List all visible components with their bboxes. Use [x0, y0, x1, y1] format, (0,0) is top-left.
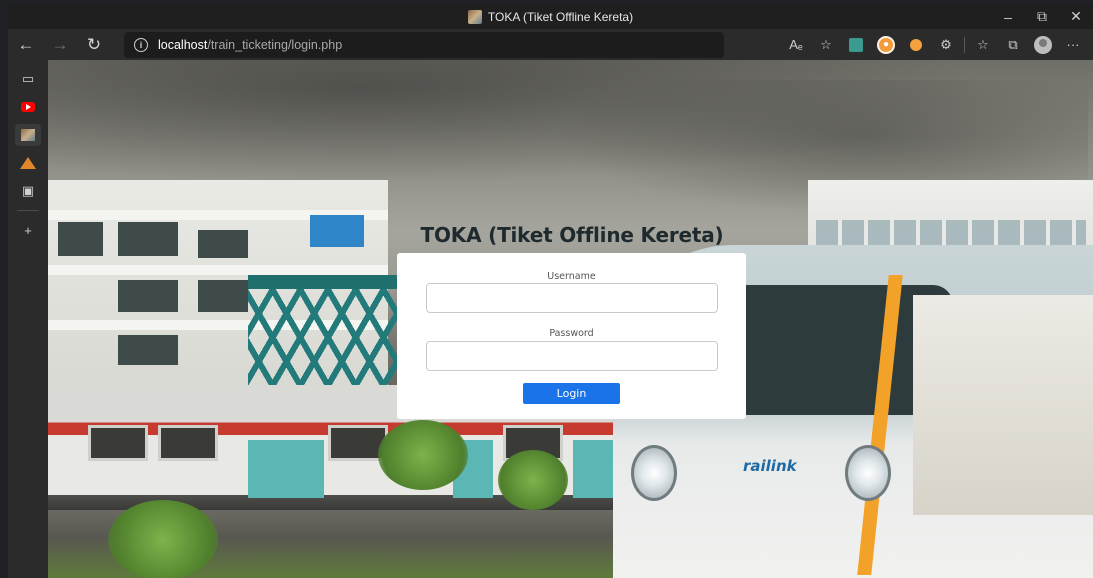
window-controls: – ⧉ ✕ — [991, 4, 1093, 29]
train-advertisement — [913, 295, 1093, 515]
sidebar-divider — [17, 210, 39, 211]
title-bar: TOKA (Tiket Offline Kereta) – ⧉ ✕ — [8, 4, 1093, 29]
url-path: /train_ticketing/login.php — [207, 37, 343, 52]
palm-tree — [378, 420, 468, 490]
favorites-icon[interactable]: ☆ — [969, 32, 997, 58]
triangle-app-tab[interactable] — [15, 152, 41, 174]
youtube-icon — [21, 102, 35, 112]
password-input[interactable] — [426, 341, 718, 371]
extension-shield-icon[interactable]: ● — [872, 32, 900, 58]
refresh-button[interactable]: ↻ — [78, 31, 110, 59]
forward-button[interactable]: → — [44, 31, 76, 59]
username-label: Username — [547, 271, 596, 282]
toolbar-actions: Aₑ ☆ ● ⚙ ☆ ⧉ ··· — [782, 29, 1087, 60]
info-icon[interactable]: i — [134, 37, 148, 52]
toka-favicon-icon — [467, 9, 482, 24]
more-icon[interactable]: ··· — [1059, 32, 1087, 58]
calendar-tab[interactable]: ▣ — [15, 180, 41, 202]
footbridge — [248, 275, 408, 385]
extension-2-icon[interactable] — [902, 32, 930, 58]
page-title: TOKA (Tiket Offline Kereta) — [420, 223, 724, 247]
new-tab-button[interactable]: + — [15, 219, 41, 241]
window-title: TOKA (Tiket Offline Kereta) — [487, 9, 634, 24]
train-headlamp-left — [631, 445, 677, 501]
extensions-icon[interactable]: ⚙ — [932, 32, 960, 58]
address-bar[interactable]: i localhost /train_ticketing/login.php — [124, 31, 724, 58]
profile-button[interactable] — [1029, 32, 1057, 58]
restore-button[interactable]: ⧉ — [1025, 4, 1059, 29]
toolbar-divider — [964, 36, 965, 53]
username-input[interactable] — [426, 283, 718, 313]
page-content: railink TOKA (Tiket Offline Kereta) User… — [48, 60, 1093, 578]
toka-tab[interactable] — [15, 124, 41, 146]
close-button[interactable]: ✕ — [1059, 4, 1093, 29]
minimize-button[interactable]: – — [991, 4, 1025, 29]
window-title-group: TOKA (Tiket Offline Kereta) — [467, 9, 634, 24]
train-headlamp-right — [845, 445, 891, 501]
avatar — [1034, 35, 1052, 54]
extension-1-icon[interactable] — [842, 32, 870, 58]
read-aloud-icon[interactable]: Aₑ — [782, 32, 810, 58]
tab-actions-icon[interactable]: ▭ — [15, 68, 41, 90]
youtube-tab[interactable] — [15, 96, 41, 118]
favorite-add-icon[interactable]: ☆ — [812, 32, 840, 58]
triangle-app-icon — [20, 157, 36, 169]
url-host: localhost — [158, 37, 208, 52]
railink-logo: railink — [743, 457, 797, 475]
collections-icon[interactable]: ⧉ — [999, 32, 1027, 58]
login-form: Username Password Login — [397, 253, 746, 419]
browser-toolbar: ← → ↻ i localhost /train_ticketing/login… — [8, 29, 1093, 60]
back-button[interactable]: ← — [10, 31, 42, 59]
browser-window: TOKA (Tiket Offline Kereta) – ⧉ ✕ ← → ↻ … — [0, 0, 1093, 578]
password-label: Password — [549, 328, 594, 339]
vertical-tab-sidebar: ▭ ▣ + — [8, 60, 48, 578]
login-button[interactable]: Login — [523, 383, 620, 404]
palm-tree-2 — [498, 450, 568, 510]
tree — [108, 500, 218, 578]
toka-tab-icon — [21, 129, 35, 141]
water-tank — [310, 215, 364, 247]
